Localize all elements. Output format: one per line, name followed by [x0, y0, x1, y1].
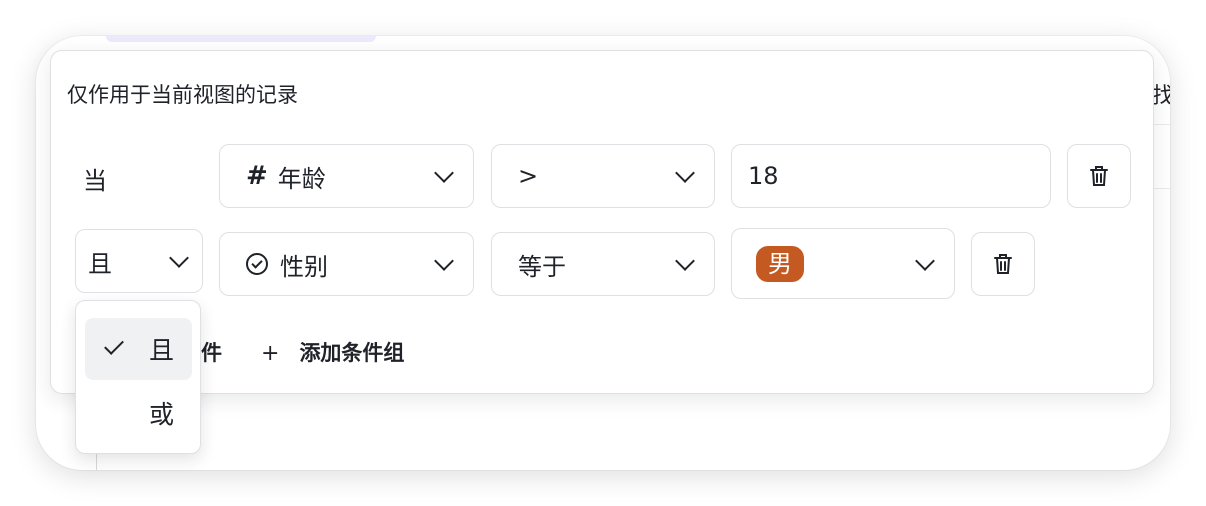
option-label: 或	[149, 400, 175, 429]
chevron-down-icon	[915, 250, 935, 271]
field-label: 年龄	[277, 164, 326, 193]
value-text: 18	[748, 162, 779, 190]
trash-icon	[1089, 164, 1109, 188]
value-select-gender[interactable]: 男	[731, 228, 955, 299]
delete-condition-button[interactable]	[1067, 144, 1131, 208]
field-label: 性别	[280, 252, 328, 281]
background-tab-highlight	[106, 36, 376, 42]
trash-icon	[993, 252, 1013, 276]
chevron-down-icon	[434, 251, 454, 271]
plus-icon: +	[261, 341, 280, 366]
dropdown-option-and[interactable]: 且	[85, 318, 192, 380]
conjunction-dropdown: 且 或	[75, 300, 201, 454]
hash-icon: #	[246, 161, 268, 191]
clock-check-icon	[246, 253, 268, 275]
add-group-label: 添加条件组	[299, 341, 405, 365]
value-tag: 男	[756, 245, 804, 282]
chevron-down-icon	[434, 163, 454, 183]
add-condition-button[interactable]: 件	[201, 337, 222, 367]
value-input-age[interactable]: 18	[731, 144, 1051, 208]
operator-label: >	[518, 162, 539, 190]
background-side-text: 找	[1152, 84, 1170, 109]
chevron-down-icon	[169, 248, 189, 268]
dropdown-option-or[interactable]: 或	[85, 382, 192, 444]
conjunction-label: 且	[88, 249, 112, 278]
chevron-down-icon	[675, 163, 695, 183]
option-label: 且	[149, 336, 175, 365]
add-condition-label: 件	[201, 341, 222, 365]
field-select-age[interactable]: # 年龄	[219, 144, 474, 208]
when-label: 当	[83, 167, 107, 195]
field-select-gender[interactable]: 性别	[219, 232, 474, 296]
conjunction-select[interactable]: 且	[75, 229, 203, 293]
add-condition-group-button[interactable]: + 添加条件组	[261, 337, 404, 367]
filter-panel: 仅作用于当前视图的记录 当 # 年龄 > 18 且 性别 等于 男 件 + 添加…	[50, 50, 1154, 394]
delete-condition-button[interactable]	[971, 232, 1035, 296]
filter-panel-title: 仅作用于当前视图的记录	[67, 83, 298, 107]
operator-label: 等于	[518, 252, 566, 281]
operator-select-age[interactable]: >	[491, 144, 715, 208]
chevron-down-icon	[675, 251, 695, 271]
check-icon	[104, 335, 124, 355]
operator-select-gender[interactable]: 等于	[491, 232, 715, 296]
